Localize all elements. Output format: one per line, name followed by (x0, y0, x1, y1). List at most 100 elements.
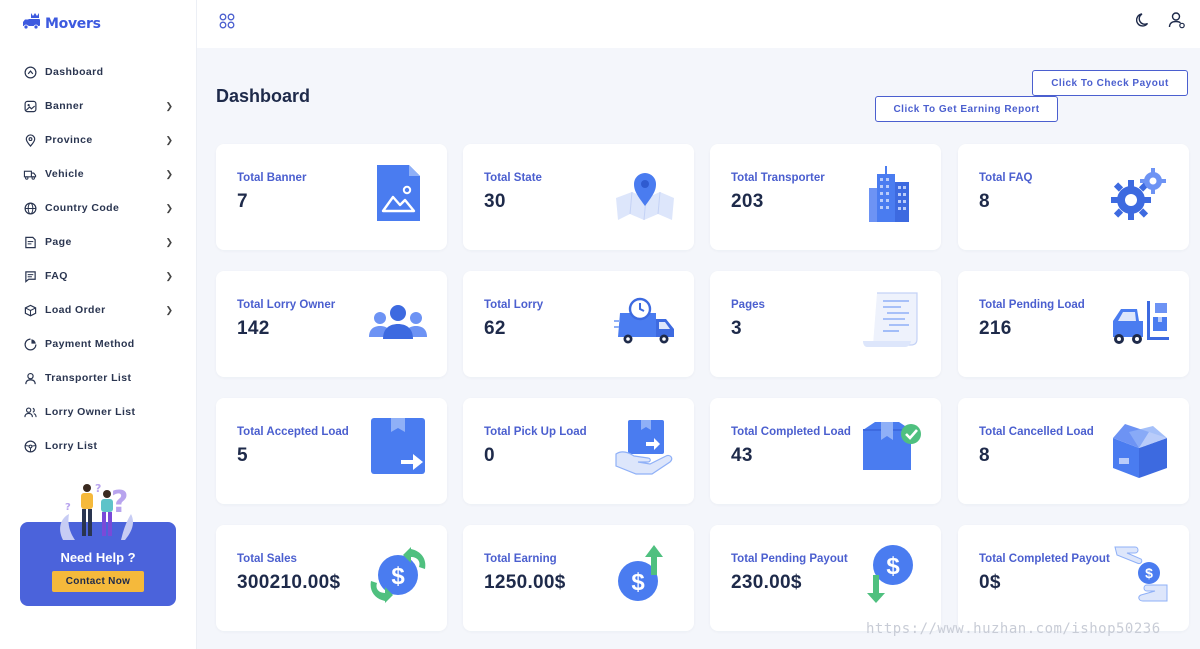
topbar (197, 0, 1200, 48)
sidebar-item-label: Vehicle (45, 168, 84, 180)
card-value: 30 (484, 191, 506, 212)
people-group-icon (367, 291, 429, 353)
sidebar-item-label: Dashboard (45, 66, 104, 78)
card-label: Total Pending Load (979, 299, 1085, 311)
card-label: Total Pending Payout (731, 553, 848, 565)
card-total-pending-load[interactable]: Total Pending Load 216 (958, 271, 1189, 377)
dollar-up-icon: $ (614, 545, 676, 607)
card-value: 216 (979, 318, 1012, 339)
svg-text:$: $ (886, 553, 900, 580)
card-label: Total Banner (237, 172, 307, 184)
sidebar-nav: Dashboard Banner ❯ Province ❯ Vehicle ❯ … (0, 55, 196, 463)
sidebar-item-vehicle[interactable]: Vehicle ❯ (0, 157, 196, 191)
sidebar-item-label: Lorry Owner List (45, 406, 136, 418)
card-total-accepted-load[interactable]: Total Accepted Load 5 (216, 398, 447, 504)
card-label: Total Pick Up Load (484, 426, 587, 438)
user-icon (23, 371, 37, 385)
truck-crown-logo-icon (22, 12, 42, 35)
card-label: Total Completed Payout (979, 553, 1110, 565)
card-total-state[interactable]: Total State 30 (463, 144, 694, 250)
chevron-right-icon: ❯ (165, 100, 173, 111)
card-total-earning[interactable]: Total Earning 1250.00$ $ (463, 525, 694, 631)
sidebar-item-label: FAQ (45, 270, 68, 282)
sidebar-item-country-code[interactable]: Country Code ❯ (0, 191, 196, 225)
chevron-right-icon: ❯ (165, 270, 173, 281)
sidebar-item-banner[interactable]: Banner ❯ (0, 89, 196, 123)
sidebar-item-label: Transporter List (45, 372, 132, 384)
delivery-truck-clock-icon (614, 291, 676, 353)
help-illustration-icon: ? ? ? (55, 478, 145, 548)
user-profile-icon[interactable] (1168, 11, 1186, 34)
svg-text:$: $ (1145, 565, 1153, 581)
globe-icon (23, 201, 37, 215)
chat-icon (23, 269, 37, 283)
sidebar-item-dashboard[interactable]: Dashboard (0, 55, 196, 89)
home-icon (23, 65, 37, 79)
card-value: 8 (979, 445, 990, 466)
brand-logo[interactable]: Movers (22, 12, 101, 35)
card-total-completed-load[interactable]: Total Completed Load 43 (710, 398, 941, 504)
card-label: Total FAQ (979, 172, 1033, 184)
image-icon (23, 99, 37, 113)
card-total-pending-payout[interactable]: Total Pending Payout 230.00$ $ (710, 525, 941, 631)
apps-grid-icon[interactable] (219, 13, 235, 34)
map-location-icon (614, 164, 676, 226)
sidebar-item-label: Page (45, 236, 72, 248)
sidebar-item-lorry-list[interactable]: Lorry List (0, 429, 196, 463)
card-total-lorry[interactable]: Total Lorry 62 (463, 271, 694, 377)
truck-icon (23, 167, 37, 181)
svg-text:?: ? (65, 502, 71, 513)
card-total-banner[interactable]: Total Banner 7 (216, 144, 447, 250)
card-total-transporter[interactable]: Total Transporter 203 (710, 144, 941, 250)
card-label: Total Accepted Load (237, 426, 349, 438)
map-pin-icon (23, 133, 37, 147)
sidebar-item-payment-method[interactable]: Payment Method (0, 327, 196, 361)
earning-report-button[interactable]: Click To Get Earning Report (875, 96, 1058, 122)
sidebar-item-load-order[interactable]: Load Order ❯ (0, 293, 196, 327)
sidebar-item-label: Load Order (45, 304, 106, 316)
card-total-cancelled-load[interactable]: Total Cancelled Load 8 (958, 398, 1189, 504)
brand-name: Movers (45, 15, 101, 32)
card-total-lorry-owner[interactable]: Total Lorry Owner 142 (216, 271, 447, 377)
building-icon (861, 164, 923, 226)
hand-dollar-icon: $ (1109, 545, 1171, 607)
sidebar: Movers Dashboard Banner ❯ Province ❯ Veh… (0, 0, 197, 649)
sidebar-item-page[interactable]: Page ❯ (0, 225, 196, 259)
card-total-faq[interactable]: Total FAQ 8 (958, 144, 1189, 250)
check-payout-button[interactable]: Click To Check Payout (1032, 70, 1188, 96)
card-value: 43 (731, 445, 753, 466)
contact-now-button[interactable]: Contact Now (52, 571, 144, 592)
page-icon (23, 235, 37, 249)
image-file-icon (367, 164, 429, 226)
card-label: Total Lorry Owner (237, 299, 336, 311)
card-label: Total Transporter (731, 172, 825, 184)
gears-icon (1109, 164, 1171, 226)
moon-icon[interactable] (1136, 12, 1152, 33)
card-value: 0 (484, 445, 495, 466)
sidebar-item-label: Payment Method (45, 338, 135, 350)
card-value: 230.00$ (731, 572, 802, 593)
svg-text:?: ? (95, 482, 101, 495)
card-value: 300210.00$ (237, 572, 341, 593)
payment-icon (23, 337, 37, 351)
card-total-sales[interactable]: Total Sales 300210.00$ $ (216, 525, 447, 631)
card-value: 3 (731, 318, 742, 339)
card-value: 0$ (979, 572, 1001, 593)
sidebar-item-transporter-list[interactable]: Transporter List (0, 361, 196, 395)
sidebar-item-province[interactable]: Province ❯ (0, 123, 196, 157)
card-label: Total Earning (484, 553, 557, 565)
chevron-right-icon: ❯ (165, 236, 173, 247)
card-total-pick-up-load[interactable]: Total Pick Up Load 0 (463, 398, 694, 504)
sidebar-item-lorry-owner-list[interactable]: Lorry Owner List (0, 395, 196, 429)
card-value: 62 (484, 318, 506, 339)
card-value: 5 (237, 445, 248, 466)
sidebar-item-faq[interactable]: FAQ ❯ (0, 259, 196, 293)
card-total-completed-payout[interactable]: Total Completed Payout 0$ $ (958, 525, 1189, 631)
card-value: 8 (979, 191, 990, 212)
card-pages[interactable]: Pages 3 (710, 271, 941, 377)
page-title: Dashboard (216, 86, 311, 106)
watermark-text: https://www.huzhan.com/ishop50236 (866, 621, 1161, 637)
dollar-down-icon: $ (861, 545, 923, 607)
card-label: Total Lorry (484, 299, 544, 311)
document-pages-icon (861, 291, 923, 353)
